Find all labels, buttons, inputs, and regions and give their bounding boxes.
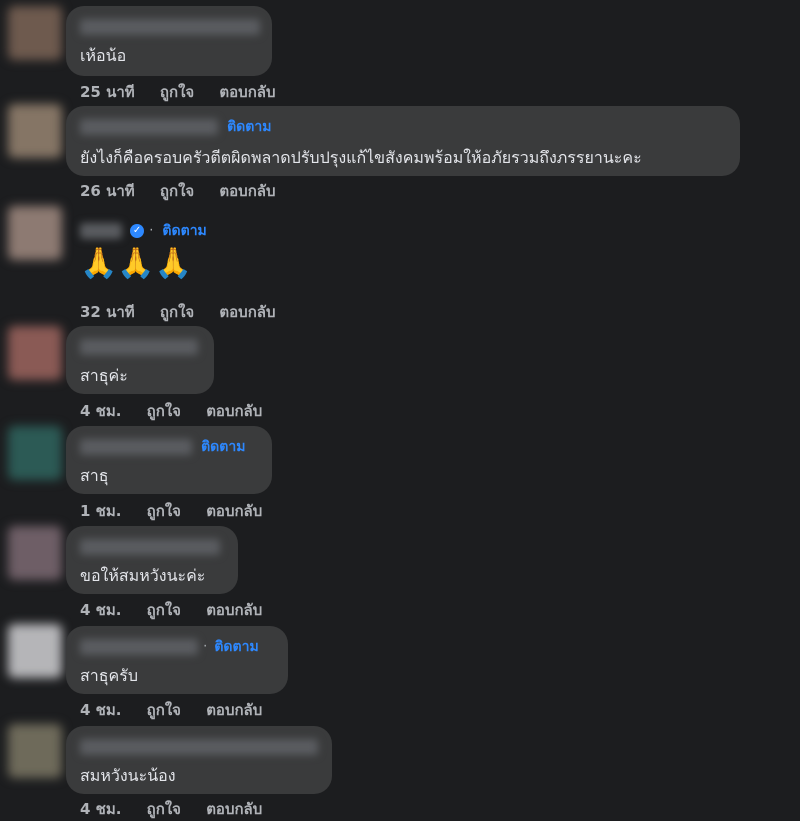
comment-actions: 4 ชม. ถูกใจ ตอบกลับ bbox=[80, 698, 282, 722]
comment-time[interactable]: 26 นาที bbox=[80, 182, 135, 200]
pray-emoji: 🙏 bbox=[117, 246, 155, 281]
comment-time[interactable]: 4 ชม. bbox=[80, 601, 121, 619]
blurred-name bbox=[80, 119, 218, 135]
emoji-row: 🙏🙏🙏 bbox=[80, 246, 192, 281]
comment-text: สาธุค่ะ bbox=[80, 366, 128, 385]
comment-text: สาธุ bbox=[80, 466, 109, 485]
like-button[interactable]: ถูกใจ bbox=[147, 402, 181, 420]
comment-actions: 25 นาที ถูกใจ ตอบกลับ bbox=[80, 80, 296, 104]
blurred-name bbox=[80, 738, 318, 755]
comment-time[interactable]: 4 ชม. bbox=[80, 701, 121, 719]
avatar[interactable] bbox=[8, 526, 62, 580]
comment-text: เห้อน้อ bbox=[80, 46, 127, 65]
separator-dot: · bbox=[203, 639, 208, 655]
comment-text: ยังไงก็คือครอบครัวตีตผิดพลาดปรับปรุงแก้ไ… bbox=[80, 148, 642, 167]
blurred-name bbox=[80, 223, 122, 239]
comment-actions: 4 ชม. ถูกใจ ตอบกลับ bbox=[80, 399, 282, 423]
separator-dot: · bbox=[149, 223, 154, 239]
comment-actions: 1 ชม. ถูกใจ ตอบกลับ bbox=[80, 499, 282, 523]
comment-time[interactable]: 32 นาที bbox=[80, 303, 135, 321]
blurred-name bbox=[80, 538, 220, 555]
like-button[interactable]: ถูกใจ bbox=[160, 83, 194, 101]
comment-time[interactable]: 4 ชม. bbox=[80, 800, 121, 818]
commenter-name[interactable] bbox=[80, 536, 220, 556]
commenter-name[interactable]: ติดตาม bbox=[80, 116, 271, 136]
blurred-name bbox=[80, 639, 198, 655]
pray-emoji: 🙏 bbox=[80, 246, 118, 281]
comment-actions: 4 ชม. ถูกใจ ตอบกลับ bbox=[80, 797, 282, 821]
follow-button[interactable]: ติดตาม bbox=[214, 639, 258, 655]
reply-button[interactable]: ตอบกลับ bbox=[206, 502, 262, 520]
commenter-name[interactable]: ติดตาม bbox=[80, 436, 245, 456]
avatar[interactable] bbox=[8, 326, 62, 380]
comment-bubble: ขอให้สมหวังนะค่ะ bbox=[66, 526, 238, 594]
commenter-name[interactable]: ✓ · ติดตาม bbox=[80, 220, 207, 240]
comment-text: ขอให้สมหวังนะค่ะ bbox=[80, 566, 206, 585]
blurred-name bbox=[80, 338, 198, 355]
commenter-name[interactable]: · ติดตาม bbox=[80, 636, 259, 656]
commenter-name[interactable] bbox=[80, 336, 198, 356]
follow-button[interactable]: ติดตาม bbox=[201, 439, 245, 455]
avatar[interactable] bbox=[8, 6, 62, 60]
avatar[interactable] bbox=[8, 624, 62, 678]
like-button[interactable]: ถูกใจ bbox=[147, 502, 181, 520]
reply-button[interactable]: ตอบกลับ bbox=[219, 182, 275, 200]
reply-button[interactable]: ตอบกลับ bbox=[206, 601, 262, 619]
reply-button[interactable]: ตอบกลับ bbox=[206, 800, 262, 818]
comment-bubble: ✓ · ติดตาม 🙏🙏🙏 bbox=[66, 210, 266, 290]
avatar[interactable] bbox=[8, 724, 62, 778]
blurred-name bbox=[80, 439, 192, 455]
avatar[interactable] bbox=[8, 426, 62, 480]
like-button[interactable]: ถูกใจ bbox=[147, 800, 181, 818]
comment-time[interactable]: 1 ชม. bbox=[80, 502, 121, 520]
comment-bubble: เห้อน้อ bbox=[66, 6, 272, 76]
reply-button[interactable]: ตอบกลับ bbox=[219, 83, 275, 101]
comment-time[interactable]: 25 นาที bbox=[80, 83, 135, 101]
comment-actions: 26 นาที ถูกใจ ตอบกลับ bbox=[80, 179, 296, 203]
comment-actions: 32 นาที ถูกใจ ตอบกลับ bbox=[80, 300, 296, 324]
reply-button[interactable]: ตอบกลับ bbox=[219, 303, 275, 321]
pray-emoji: 🙏 bbox=[154, 246, 193, 281]
comment-text: สมหวังนะน้อง bbox=[80, 766, 176, 785]
follow-button[interactable]: ติดตาม bbox=[162, 223, 206, 239]
comment-bubble: ติดตาม สาธุ bbox=[66, 426, 272, 494]
like-button[interactable]: ถูกใจ bbox=[160, 182, 194, 200]
comment-text: สาธุครับ bbox=[80, 666, 138, 685]
reply-button[interactable]: ตอบกลับ bbox=[206, 402, 262, 420]
verified-check-icon: ✓ bbox=[130, 224, 145, 238]
blurred-name bbox=[80, 18, 260, 35]
comment-actions: 4 ชม. ถูกใจ ตอบกลับ bbox=[80, 598, 282, 622]
commenter-name[interactable] bbox=[80, 16, 260, 36]
comment-bubble: ติดตาม ยังไงก็คือครอบครัวตีตผิดพลาดปรับป… bbox=[66, 106, 740, 176]
follow-button[interactable]: ติดตาม bbox=[227, 119, 271, 135]
avatar[interactable] bbox=[8, 104, 62, 158]
like-button[interactable]: ถูกใจ bbox=[147, 601, 181, 619]
like-button[interactable]: ถูกใจ bbox=[147, 701, 181, 719]
commenter-name[interactable] bbox=[80, 736, 318, 756]
comment-bubble: สมหวังนะน้อง bbox=[66, 726, 332, 794]
comment-bubble: สาธุค่ะ bbox=[66, 326, 214, 394]
avatar[interactable] bbox=[8, 206, 62, 260]
comment-bubble: · ติดตาม สาธุครับ bbox=[66, 626, 288, 694]
reply-button[interactable]: ตอบกลับ bbox=[206, 701, 262, 719]
like-button[interactable]: ถูกใจ bbox=[160, 303, 194, 321]
comment-time[interactable]: 4 ชม. bbox=[80, 402, 121, 420]
